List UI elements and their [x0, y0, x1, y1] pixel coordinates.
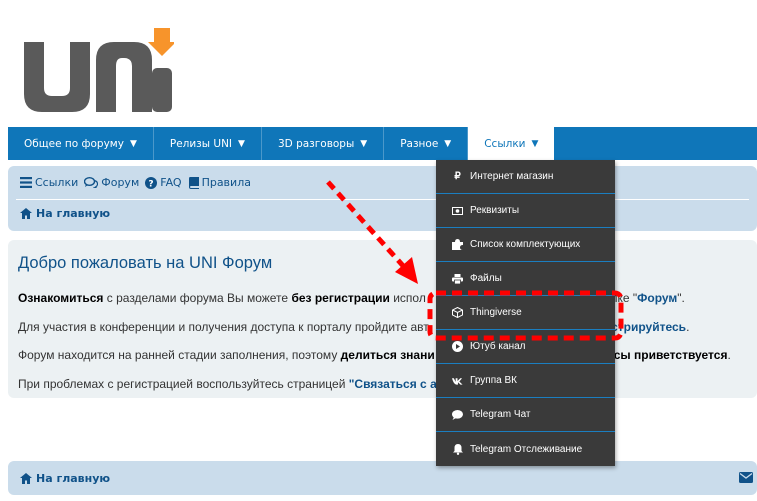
home-icon: [20, 208, 32, 219]
menu-item-youtube[interactable]: Ютуб канал: [436, 330, 615, 364]
chat-icon: [452, 409, 463, 420]
menu-item-files[interactable]: Файлы: [436, 262, 615, 296]
nav-3d-talk[interactable]: 3D разговоры ▼: [262, 127, 385, 160]
vk-icon: [452, 375, 463, 386]
menu-item-thingiverse[interactable]: Thingiverse: [436, 296, 615, 330]
quick-link-faq[interactable]: ? FAQ: [145, 176, 182, 189]
menu-item-vk[interactable]: Группа ВК: [436, 364, 615, 398]
caret-down-icon: ▼: [238, 138, 245, 149]
cube-icon: [452, 307, 463, 318]
nav-general[interactable]: Общее по форуму ▼: [8, 127, 154, 160]
comments-icon: [84, 177, 99, 188]
links-dropdown-menu: ₽ Интернет магазин Реквизиты Список компл…: [436, 160, 615, 466]
envelope-icon[interactable]: [739, 472, 753, 483]
svg-text:?: ?: [149, 179, 154, 189]
welcome-title: Добро пожаловать на UNI Форум: [18, 254, 273, 272]
caret-down-icon: ▼: [444, 138, 452, 149]
nav-links[interactable]: Ссылки ▼: [468, 127, 555, 160]
quick-link-forum[interactable]: Форум: [84, 176, 139, 189]
puzzle-icon: [452, 239, 463, 250]
uni-logo[interactable]: [22, 28, 174, 114]
caret-down-icon: ▼: [360, 138, 368, 149]
breadcrumb-home[interactable]: На главную: [20, 207, 110, 220]
question-circle-icon: ?: [145, 176, 158, 189]
bell-icon: [452, 443, 463, 455]
main-navbar: Общее по форуму ▼ Релизы UNI ▼ 3D разговор…: [8, 127, 757, 160]
caret-down-icon: ▼: [531, 138, 539, 149]
caret-down-icon: ▼: [129, 138, 137, 149]
bottom-breadcrumb-bar: На главную: [8, 461, 757, 495]
menu-item-components[interactable]: Список комплектующих: [436, 228, 615, 262]
ruble-icon: ₽: [454, 171, 461, 182]
menu-item-shop[interactable]: ₽ Интернет магазин: [436, 160, 615, 194]
play-icon: [452, 341, 463, 352]
printer-icon: [452, 273, 463, 284]
quick-links-bar: Ссылки Форум ? FAQ Правила На главную: [8, 166, 757, 231]
money-icon: [452, 205, 463, 216]
nav-releases[interactable]: Релизы UNI ▼: [154, 127, 262, 160]
welcome-line-3: Форум находится на ранней стадии заполне…: [18, 348, 731, 362]
menu-item-requisites[interactable]: Реквизиты: [436, 194, 615, 228]
forum-link[interactable]: Форум: [637, 291, 677, 305]
breadcrumb-home-bottom[interactable]: На главную: [20, 472, 110, 485]
quick-link-links[interactable]: Ссылки: [20, 176, 78, 189]
menu-icon: [20, 177, 32, 188]
contact-link[interactable]: "Связаться с а: [349, 377, 437, 391]
welcome-line-4: При проблемах с регистрацией воспользуйт…: [18, 377, 437, 391]
quick-link-rules[interactable]: Правила: [188, 176, 251, 189]
divider: [16, 199, 749, 200]
nav-misc[interactable]: Разное ▼: [384, 127, 469, 160]
menu-item-telegram-chat[interactable]: Telegram Чат: [436, 398, 615, 432]
welcome-panel: Добро пожаловать на UNI Форум Ознакомить…: [8, 240, 757, 398]
menu-item-telegram-tracking[interactable]: Telegram Отслеживание: [436, 432, 615, 466]
home-icon: [20, 473, 32, 484]
book-icon: [188, 176, 199, 189]
